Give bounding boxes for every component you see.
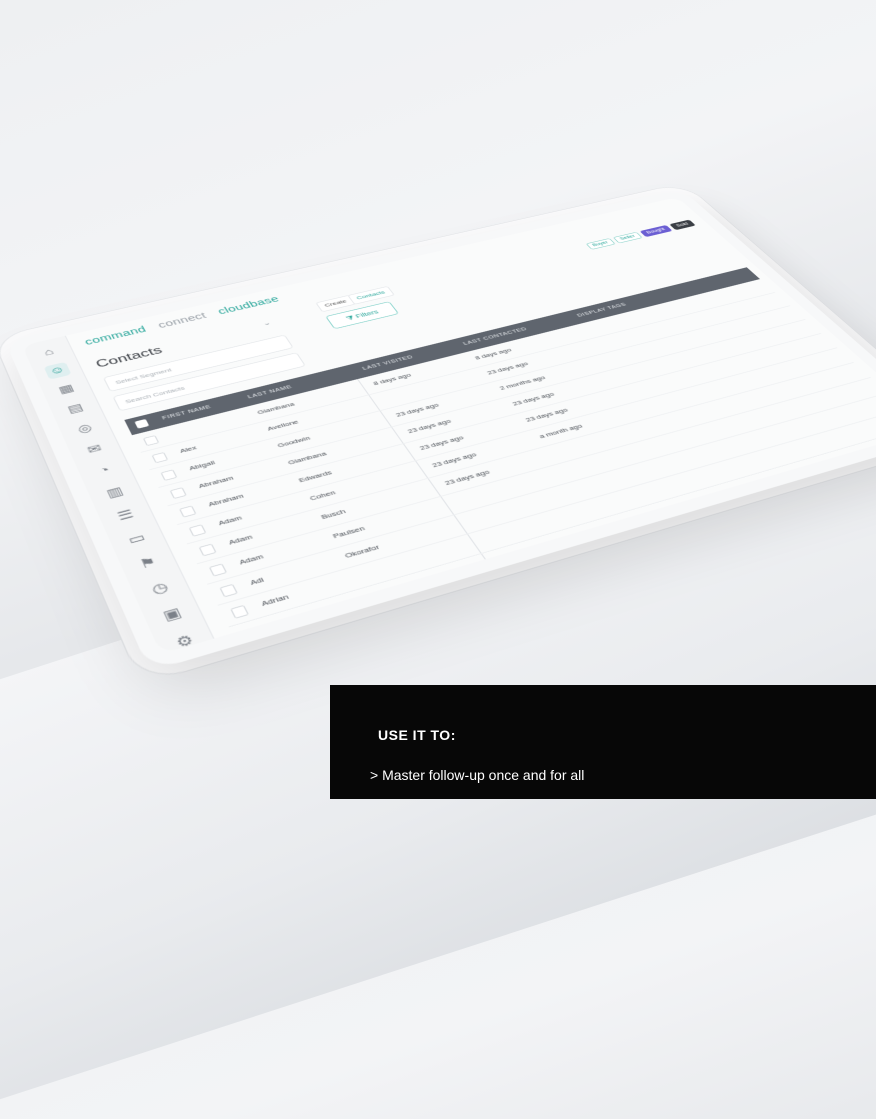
filters-label: Filters	[353, 308, 380, 320]
brand-part-connect: connect	[156, 310, 209, 330]
row-checkbox[interactable]	[208, 563, 228, 577]
select-all-checkbox[interactable]	[134, 418, 150, 429]
row-checkbox[interactable]	[142, 435, 160, 447]
flag-icon[interactable]: ⚑	[132, 552, 165, 576]
cell-first-name	[167, 427, 176, 444]
cell-last-contacted	[590, 498, 605, 517]
tag-filters: Buyer Seller Bought Sold	[585, 219, 696, 250]
mail-icon[interactable]: ✉	[80, 440, 110, 460]
cell-last-visited	[479, 530, 493, 549]
home-icon[interactable]: ⌂	[35, 344, 62, 361]
tag-bought[interactable]: Bought	[639, 224, 673, 238]
brand-part-command: command	[82, 324, 148, 347]
row-checkbox[interactable]	[230, 604, 250, 619]
cell-last-contacted	[575, 480, 590, 498]
chevron-down-icon[interactable]: ⌄	[261, 320, 273, 328]
gear-icon[interactable]: ⚙	[168, 629, 203, 654]
calendar-icon[interactable]: ▤	[61, 400, 90, 419]
tag-sold[interactable]: Sold	[669, 219, 696, 231]
row-checkbox[interactable]	[160, 469, 178, 481]
tablet-scene: ⌂ ☺ ▦ ▤ ◎ ✉ ◔ ▥ ☰ ▭ ⚑ ◷ ▣ ⚙ command conn…	[0, 0, 876, 799]
cell-last-contacted	[561, 463, 575, 481]
grid-icon[interactable]: ▦	[52, 380, 80, 398]
row-checkbox[interactable]	[179, 505, 197, 518]
cell-last-name	[352, 567, 365, 588]
clock-icon[interactable]: ◷	[143, 577, 177, 602]
tag-seller[interactable]: Seller	[612, 231, 643, 244]
tablet-device: ⌂ ☺ ▦ ▤ ◎ ✉ ◔ ▥ ☰ ▭ ⚑ ◷ ▣ ⚙ command conn…	[4, 188, 876, 672]
row-checkbox[interactable]	[219, 583, 238, 598]
contacts-table: FIRST NAME LAST NAME LAST VISITED LAST C…	[124, 267, 876, 633]
cell-last-visited	[452, 493, 465, 511]
app-screen: ⌂ ☺ ▦ ▤ ◎ ✉ ◔ ▥ ☰ ▭ ⚑ ◷ ▣ ⚙ command conn…	[21, 197, 876, 655]
caption-banner: USE IT TO: > Master follow-up once and f…	[330, 685, 876, 799]
cell-last-visited	[465, 511, 479, 530]
cell-last-contacted	[547, 446, 561, 463]
bar-chart-icon[interactable]: ▥	[100, 482, 131, 504]
brand-part-cloudbase: cloudbase	[215, 294, 281, 317]
list-icon[interactable]: ☰	[110, 505, 142, 527]
brand-logo[interactable]: command connect cloudbase	[83, 292, 290, 347]
row-checkbox[interactable]	[198, 543, 217, 557]
row-checkbox[interactable]	[188, 524, 207, 537]
card-icon[interactable]: ▣	[155, 602, 189, 628]
settings-icon[interactable]: ◎	[70, 419, 99, 439]
chart-icon[interactable]: ◔	[90, 461, 120, 482]
folder-icon[interactable]: ▭	[121, 528, 153, 551]
tag-buyer[interactable]: Buyer	[585, 238, 616, 250]
cell-last-visited	[379, 392, 390, 408]
row-checkbox[interactable]	[169, 487, 187, 499]
caption-heading: USE IT TO:	[378, 727, 456, 743]
contacts-icon[interactable]: ☺	[43, 361, 72, 380]
caption-line: > Master follow-up once and for all	[370, 767, 585, 783]
row-checkbox[interactable]	[151, 452, 169, 464]
